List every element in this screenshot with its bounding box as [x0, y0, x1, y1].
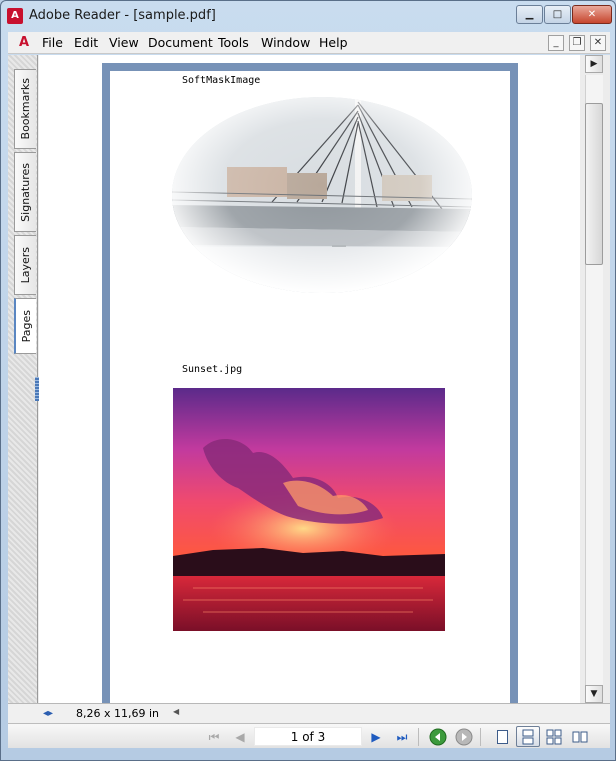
content-area: Bookmarks Signatures Layers Pages SoftMa… — [8, 55, 610, 748]
tab-pages-label: Pages — [19, 309, 33, 343]
menu-file[interactable]: File — [42, 35, 63, 50]
tab-layers[interactable]: Layers — [14, 235, 36, 295]
single-page-icon — [496, 729, 508, 744]
split-view-icon[interactable]: ◂▸ — [40, 706, 56, 721]
window-title: Adobe Reader - [sample.pdf] — [29, 8, 216, 23]
page-border: SoftMaskImage Sunset.jpg — [102, 63, 518, 703]
tab-bookmarks[interactable]: Bookmarks — [14, 69, 36, 149]
single-continuous-icon — [522, 729, 534, 744]
menu-document[interactable]: Document — [148, 35, 213, 50]
status-bar: ◂▸ 8,26 x 11,69 in ◀ — [8, 703, 610, 723]
two-up-continuous-icon — [572, 731, 588, 742]
caption-softmask: SoftMaskImage — [182, 75, 261, 86]
previous-page-icon: ◀ — [235, 730, 245, 744]
minimize-icon: _ — [553, 37, 559, 48]
two-up-continuous-button[interactable] — [568, 726, 592, 747]
menu-help[interactable]: Help — [319, 35, 348, 50]
two-up-button[interactable] — [542, 726, 566, 747]
last-page-button[interactable]: ⏭ — [392, 727, 412, 747]
maximize-icon: □ — [552, 9, 563, 20]
maximize-button[interactable]: □ — [544, 5, 571, 24]
close-button[interactable]: ✕ — [572, 5, 612, 24]
scroll-left-icon[interactable]: ◀ — [173, 707, 179, 716]
single-continuous-button[interactable] — [516, 726, 540, 747]
go-back-button[interactable] — [428, 727, 448, 747]
pdf-document-icon[interactable]: A — [15, 34, 33, 52]
vertical-scrollbar[interactable]: ▶ ▼ — [580, 55, 610, 703]
go-back-icon — [429, 728, 447, 746]
page-number-field[interactable]: 1 of 3 — [254, 727, 362, 746]
bridge-picture — [172, 97, 472, 293]
two-up-icon — [546, 729, 562, 744]
tab-signatures-label: Signatures — [19, 162, 32, 222]
last-page-icon: ⏭ — [396, 729, 408, 744]
panel-arrow-icon: ▶ — [590, 59, 598, 69]
doc-close-button[interactable]: ✕ — [590, 35, 606, 51]
caption-sunset: Sunset.jpg — [182, 364, 243, 375]
menu-bar: A File Edit View Document Tools Window H… — [8, 32, 610, 54]
app-window: A Adobe Reader - [sample.pdf] ▁ □ ✕ A Fi… — [0, 0, 616, 761]
title-bar[interactable]: A Adobe Reader - [sample.pdf] ▁ □ ✕ — [1, 1, 615, 31]
navigation-toolbar: ⏮ ◀ 1 of 3 ▶ ⏭ — [8, 723, 610, 748]
next-page-button[interactable]: ▶ — [366, 727, 386, 747]
menu-tools[interactable]: Tools — [218, 35, 249, 50]
first-page-icon: ⏮ — [208, 729, 220, 744]
minimize-button[interactable]: ▁ — [516, 5, 543, 24]
minimize-icon: ▁ — [525, 9, 534, 20]
tab-layers-label: Layers — [19, 246, 32, 284]
restore-icon: ❐ — [572, 37, 582, 48]
tab-signatures[interactable]: Signatures — [14, 152, 36, 232]
sunset-image — [173, 388, 445, 631]
scroll-down-icon: ▼ — [590, 689, 598, 699]
scroll-thumb[interactable] — [585, 103, 603, 265]
menu-window[interactable]: Window — [261, 35, 310, 50]
panel-toggle-button[interactable]: ▶ — [585, 55, 603, 73]
previous-page-button[interactable]: ◀ — [230, 727, 250, 747]
sunset-picture — [173, 388, 445, 631]
go-forward-icon — [455, 728, 473, 746]
menu-edit[interactable]: Edit — [74, 35, 98, 50]
toolbar-separator — [418, 728, 419, 746]
go-forward-button[interactable] — [454, 727, 474, 747]
tab-bookmarks-label: Bookmarks — [19, 78, 32, 140]
close-icon: ✕ — [587, 9, 597, 20]
toolbar-separator — [480, 728, 481, 746]
softmask-image — [172, 97, 472, 293]
tab-pages[interactable]: Pages — [14, 298, 36, 354]
menu-view[interactable]: View — [109, 35, 139, 50]
first-page-button[interactable]: ⏮ — [204, 727, 224, 747]
navigation-panel-tabs: Bookmarks Signatures Layers Pages — [8, 55, 39, 703]
document-view[interactable]: SoftMaskImage Sunset.jpg — [39, 55, 580, 703]
scroll-down-button[interactable]: ▼ — [585, 685, 603, 703]
pdf-page: SoftMaskImage Sunset.jpg — [110, 71, 510, 703]
single-page-button[interactable] — [490, 726, 514, 747]
doc-minimize-button[interactable]: _ — [548, 35, 564, 51]
page-size-label: 8,26 x 11,69 in — [76, 707, 160, 720]
adobe-reader-icon: A — [7, 8, 23, 24]
close-icon: ✕ — [593, 37, 603, 48]
next-page-icon: ▶ — [371, 730, 381, 744]
doc-restore-button[interactable]: ❐ — [569, 35, 585, 51]
